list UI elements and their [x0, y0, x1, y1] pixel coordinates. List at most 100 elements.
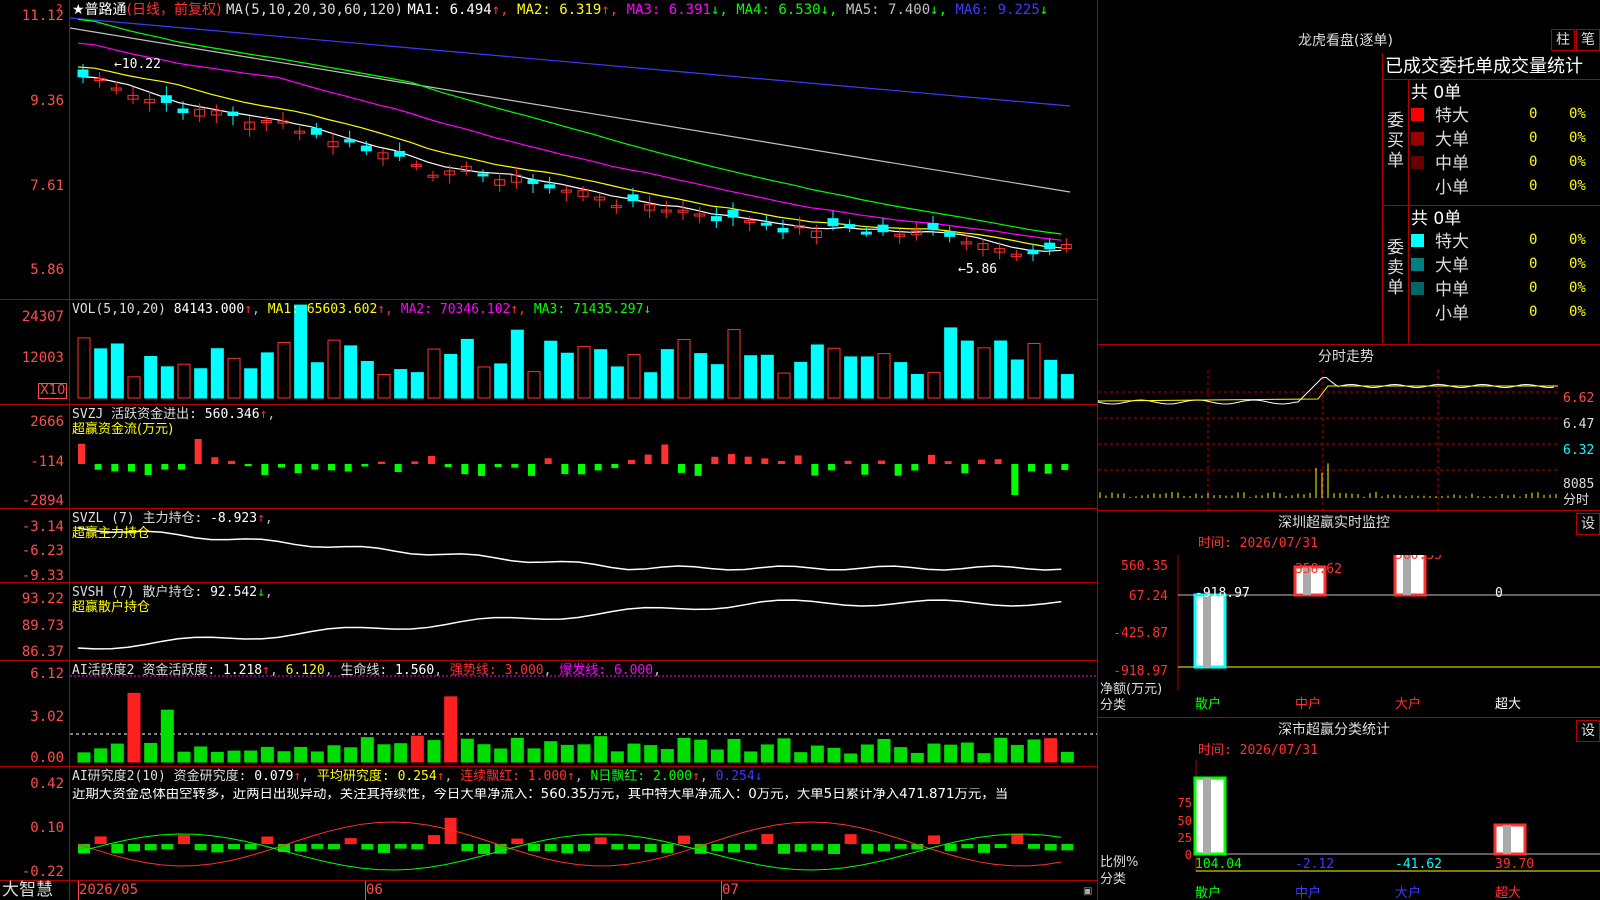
ai1-label: 资金活跃度:: [142, 663, 216, 678]
cls-settings-button[interactable]: 设: [1576, 720, 1600, 742]
ai1-bar: [627, 743, 641, 763]
ai1-bar: [927, 743, 941, 763]
vol-bar: [544, 340, 558, 399]
sz-settings-button[interactable]: 设: [1576, 513, 1600, 535]
ai2-value: 0.079: [254, 769, 294, 784]
ma-label: MA5:: [845, 2, 889, 18]
ai1-axis-label: 6.12: [30, 666, 64, 682]
buy-row: 特大 0 0%: [1383, 104, 1600, 126]
vol-bar: [1060, 374, 1074, 399]
svzj-bar: [694, 464, 702, 476]
ma-value: 6.494: [449, 2, 492, 18]
svzj-bar: [244, 464, 252, 467]
sz-axis-label: 560.35: [1121, 559, 1168, 574]
vol-bar: [710, 364, 724, 399]
sell-row: 特大 0 0%: [1383, 230, 1600, 252]
svzl-line: [77, 527, 1062, 571]
ai1-bar: [160, 709, 174, 763]
ai1-bar: [910, 752, 924, 763]
ma1-line: [77, 75, 1062, 252]
sz-axis-label: 67.24: [1129, 589, 1168, 604]
svzj-bar: [994, 459, 1002, 464]
vol-bar: [194, 368, 208, 399]
ai1-bar: [777, 738, 791, 763]
ai2-axis-label: 0.42: [30, 776, 64, 792]
ai2-bar: [194, 844, 207, 851]
cls-unit-label: 比例%: [1100, 855, 1139, 870]
cls-category: 中户: [1295, 885, 1321, 900]
chart-mode[interactable]: (日线，前复权): [127, 2, 222, 18]
cls-bar-label: -2.12: [1295, 857, 1334, 872]
vol-bar: [77, 337, 91, 399]
candle: [360, 145, 372, 152]
lock-icon[interactable]: ▣: [1083, 885, 1092, 899]
svzj-bar: [228, 460, 235, 464]
svzj-title: SVZJ: [72, 407, 104, 422]
ai2-avg-value: 0.254: [397, 769, 437, 784]
ai1-bar: [744, 751, 758, 763]
ai2-bar: [378, 844, 390, 853]
cls-axis-label: 75: [1178, 796, 1192, 810]
ai1-bar: [427, 740, 441, 763]
ai1-bar: [244, 750, 258, 763]
vol-bar: [610, 366, 624, 399]
svzl-header: SVZL (7) 主力持仓: -8.923↑,: [72, 511, 273, 526]
cls-category-label: 分类: [1100, 872, 1127, 887]
vol-bar: [1044, 359, 1058, 399]
ma-label: MA3:: [626, 2, 669, 18]
fenshi-svg[interactable]: [1098, 370, 1600, 510]
cls-bar-label: 104.04: [1195, 857, 1242, 872]
vol-bar: [160, 366, 174, 399]
buy-name: 小单: [1435, 178, 1469, 198]
chart-area[interactable]: ★普路通(日线，前复权) MA(5,10,20,30,60,120) MA1: …: [0, 0, 1098, 900]
vol-bar: [560, 352, 574, 399]
sz-title: 深圳超赢实时监控: [1278, 515, 1390, 531]
sell-count: 0: [1529, 232, 1538, 248]
vol-bar: [760, 354, 774, 399]
ai1-title: AI活跃度2: [72, 663, 135, 678]
ai2-extra-value: 0.254: [715, 769, 755, 784]
ai2-lianxu-value: 1.000: [527, 769, 567, 784]
candle: [627, 194, 639, 202]
ai2-bar: [428, 835, 440, 844]
buy-pct: 0%: [1569, 154, 1586, 170]
svzj-bar: [178, 464, 185, 470]
brand-label[interactable]: 大智慧: [2, 881, 53, 900]
ai2-bar: [244, 844, 257, 850]
ai2-bar: [611, 844, 624, 850]
vol-bar: [494, 363, 508, 399]
buy-count: 0: [1529, 178, 1538, 194]
favorite-star-icon[interactable]: ★: [72, 2, 85, 18]
ai2-bar: [111, 844, 124, 854]
ai2-bar: [344, 838, 357, 844]
ai1-bar: [860, 744, 874, 763]
buy-swatch: [1411, 108, 1424, 121]
ai1-bar: [810, 745, 824, 763]
ai2-bar: [1044, 844, 1057, 851]
vol-header: VOL(5,10,20) 84143.000↑, MA1: 65603.602↑…: [72, 302, 652, 317]
svzj-bar: [494, 464, 502, 468]
svzj-bar: [878, 460, 885, 464]
sell-swatch: [1411, 258, 1424, 271]
sell-pct: 0%: [1569, 280, 1586, 296]
vol-bar: [527, 371, 541, 399]
ai1-bar: [827, 747, 841, 763]
kline-svg[interactable]: [70, 0, 1097, 880]
ai2-arrow: ↑: [293, 769, 302, 784]
sell-name: 中单: [1435, 280, 1469, 300]
ai2-bar: [1028, 844, 1040, 849]
ma-arrow: ↑,: [491, 2, 518, 18]
sz-axis-label: -918.97: [1113, 664, 1168, 679]
bar-view-button[interactable]: 柱: [1551, 29, 1575, 51]
ai2-extra-arrow: ↓: [754, 769, 763, 784]
buy-pct: 0%: [1569, 106, 1586, 122]
sz-axis-label: -425.87: [1113, 626, 1168, 641]
ai2-axis-label: 0.10: [30, 820, 64, 836]
svzj-bar: [461, 464, 469, 475]
ai2-bar: [894, 844, 907, 849]
ai2-bar: [294, 844, 307, 852]
date-tick: [721, 881, 722, 900]
tick-view-button[interactable]: 笔: [1576, 29, 1600, 51]
vol-bar: [660, 349, 674, 399]
ai2-bar: [561, 844, 574, 854]
